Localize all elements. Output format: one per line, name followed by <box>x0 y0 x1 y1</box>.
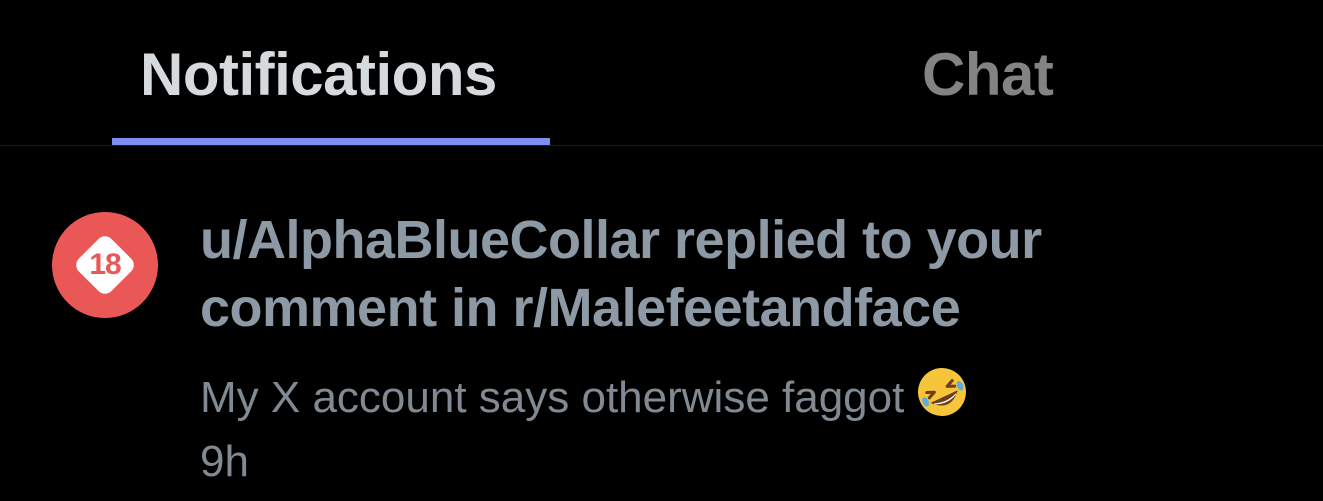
notification-title-line-1: u/AlphaBlueCollar replied to your <box>200 210 1042 270</box>
tab-notifications[interactable]: Notifications <box>140 40 497 110</box>
notification-title[interactable]: u/AlphaBlueCollar replied to your commen… <box>200 206 1290 342</box>
active-tab-indicator <box>112 138 550 145</box>
notification-title-line-2: comment in r/Malefeetandface <box>200 278 961 338</box>
nsfw-badge-text: 18 <box>89 248 121 281</box>
notification-timestamp: 9h <box>200 437 249 486</box>
tab-chat[interactable]: Chat <box>922 40 1054 110</box>
tab-bar: Notifications Chat <box>0 0 1323 145</box>
rolling-on-the-floor-laughing-icon <box>918 368 967 416</box>
notification-body-text: My X account says otherwise faggot <box>200 373 905 422</box>
nsfw-18-icon: 18 <box>52 212 158 318</box>
notification-body: My X account says otherwise faggot <box>200 364 970 426</box>
